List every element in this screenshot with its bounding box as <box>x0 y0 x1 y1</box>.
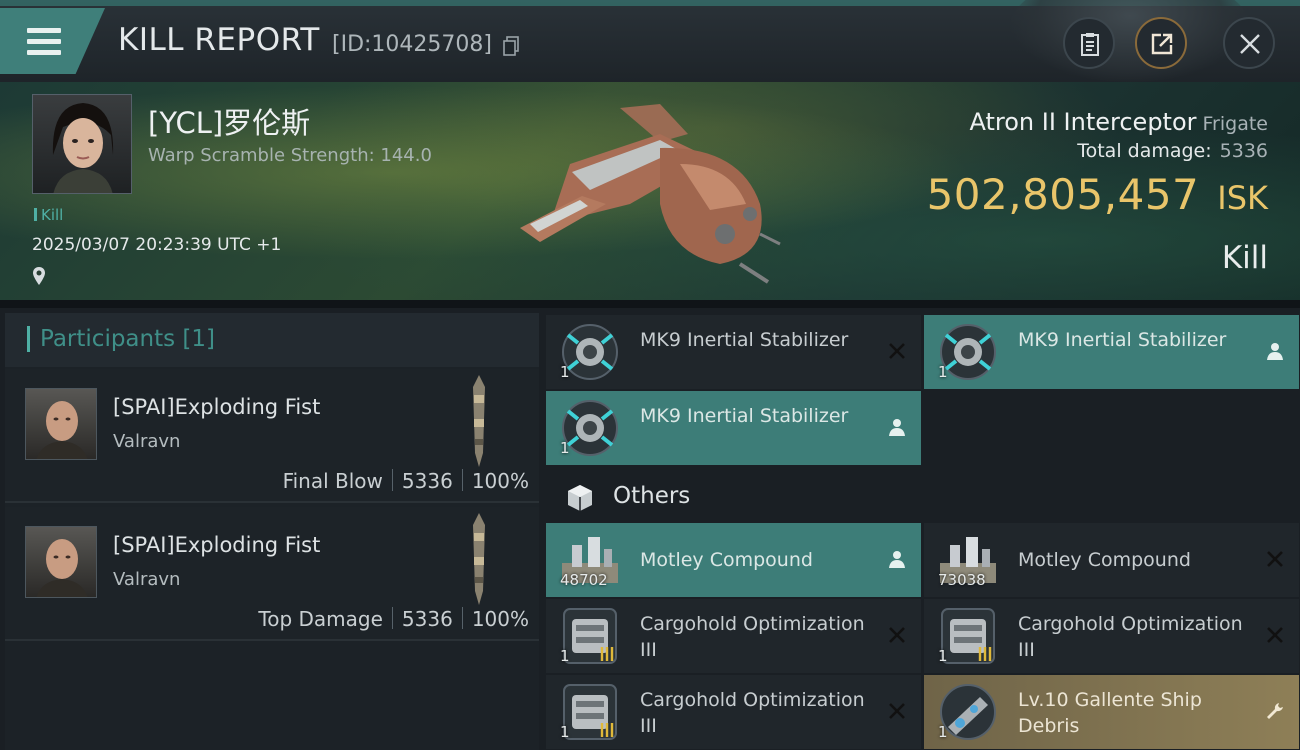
item-quantity: 1 <box>560 439 570 457</box>
item-cell[interactable]: 48702 Motley Compound <box>546 523 921 597</box>
item-name: MK9 Inertial Stabilizer <box>640 405 849 427</box>
share-button[interactable] <box>1135 17 1187 69</box>
participant-avatar[interactable] <box>25 388 97 460</box>
item-cell[interactable]: 1 Cargohold Optimization III <box>924 599 1299 673</box>
participant-ship: Valravn <box>113 431 181 452</box>
ship-image[interactable] <box>510 94 790 294</box>
item-quantity: 1 <box>560 363 570 381</box>
cube-icon <box>568 485 592 511</box>
menu-button[interactable] <box>0 8 105 74</box>
victim-ship[interactable]: Atron II Interceptor Frigate <box>970 108 1269 136</box>
avatar-image <box>36 401 88 459</box>
others-section-header: Others <box>544 473 1300 523</box>
share-icon <box>1151 33 1173 55</box>
participant-name[interactable]: [SPAI]Exploding Fist <box>113 395 320 419</box>
item-quantity: 1 <box>560 647 570 665</box>
close-icon <box>1240 34 1260 54</box>
item-cell[interactable]: 1 MK9 Inertial Stabilizer <box>546 391 921 465</box>
participants-title: Participants [1] <box>40 326 215 352</box>
close-icon <box>889 703 905 719</box>
participant-row[interactable]: [SPAI]Exploding Fist Valravn Final Blow 5… <box>5 369 539 503</box>
isk-unit: ISK <box>1217 179 1268 217</box>
kill-tag: Kill <box>34 206 63 224</box>
victim-portrait[interactable] <box>32 94 132 194</box>
item-cell[interactable]: 1 Cargohold Optimization III <box>546 675 921 749</box>
person-icon <box>1267 343 1283 360</box>
ship-name: Atron II Interceptor <box>969 108 1197 136</box>
person-icon <box>889 551 905 568</box>
participant-damage: 5336 <box>401 469 453 493</box>
isk-amount: 502,805,457 <box>926 170 1200 219</box>
item-name: MK9 Inertial Stabilizer <box>1018 329 1227 351</box>
menu-icon <box>27 28 61 55</box>
items-panel: 1 MK9 Inertial Stabilizer 1 MK9 Inertial… <box>544 313 1300 750</box>
participant-percent: 100% <box>471 469 529 493</box>
copy-icon[interactable] <box>503 36 519 56</box>
person-icon <box>889 419 905 436</box>
participant-name[interactable]: [SPAI]Exploding Fist <box>113 533 320 557</box>
participants-panel: Participants [1] [SPAI]Exploding Fist Va… <box>5 313 539 750</box>
item-name: Cargohold Optimization III <box>1018 613 1243 661</box>
header-background-planet <box>1010 0 1250 82</box>
item-cell[interactable]: 73038 Motley Compound <box>924 523 1299 597</box>
participants-accent <box>27 326 30 352</box>
victim-name[interactable]: [YCL]罗伦斯 <box>148 100 310 142</box>
close-icon <box>1267 551 1283 567</box>
total-damage-label: Total damage: <box>1077 140 1212 162</box>
others-title: Others <box>613 483 691 509</box>
banner-divider <box>0 300 1300 308</box>
isk-value: 502,805,457 ISK <box>927 170 1268 219</box>
wrench-icon <box>1267 703 1283 719</box>
weapon-icon[interactable] <box>463 511 495 607</box>
item-name: Lv.10 Gallente Ship Debris <box>1018 689 1202 737</box>
item-name: Cargohold Optimization III <box>640 613 865 661</box>
item-quantity: 1 <box>560 723 570 741</box>
result-label: Kill <box>1221 240 1268 276</box>
participant-percent: 100% <box>471 607 529 631</box>
close-icon <box>889 343 905 359</box>
item-quantity: 48702 <box>560 571 608 589</box>
item-quantity: 1 <box>938 723 948 741</box>
participants-header: Participants [1] <box>5 313 539 367</box>
report-id: [ID:10425708] <box>332 32 492 57</box>
portrait-image <box>52 103 114 193</box>
item-cell[interactable]: 1 MK9 Inertial Stabilizer <box>924 315 1299 389</box>
participant-avatar[interactable] <box>25 526 97 598</box>
item-cell[interactable]: 1 Lv.10 Gallente Ship Debris <box>924 675 1299 749</box>
participant-role: Top Damage <box>258 607 383 631</box>
victim-banner: [YCL]罗伦斯 Warp Scramble Strength: 144.0 K… <box>0 82 1300 308</box>
page-title: KILL REPORT <box>118 22 320 58</box>
warp-scramble-strength: Warp Scramble Strength: 144.0 <box>148 145 432 166</box>
clipboard-icon <box>1081 33 1099 56</box>
item-quantity: 1 <box>938 647 948 665</box>
close-icon <box>889 627 905 643</box>
participant-stats: Top Damage 5336 100% <box>258 607 529 631</box>
close-button[interactable] <box>1223 17 1275 69</box>
participant-stats: Final Blow 5336 100% <box>283 469 529 493</box>
item-quantity: 73038 <box>938 571 986 589</box>
ship-class: Frigate <box>1202 113 1268 135</box>
close-icon <box>1267 627 1283 643</box>
location-pin-icon <box>33 267 45 285</box>
avatar-image <box>36 539 88 597</box>
top-bar: KILL REPORT [ID:10425708] <box>0 0 1300 82</box>
total-damage: Total damage: 5336 <box>1077 140 1268 162</box>
item-name: MK9 Inertial Stabilizer <box>640 329 849 351</box>
kill-datetime: 2025/03/07 20:23:39 UTC +1 <box>32 235 282 255</box>
participant-damage: 5336 <box>401 607 453 631</box>
item-cell[interactable]: 1 MK9 Inertial Stabilizer <box>546 315 921 389</box>
participant-role: Final Blow <box>282 469 383 493</box>
item-name: Motley Compound <box>1018 549 1191 571</box>
item-cell[interactable]: 1 Cargohold Optimization III <box>546 599 921 673</box>
participant-row[interactable]: [SPAI]Exploding Fist Valravn Top Damage 5… <box>5 507 539 641</box>
participant-ship: Valravn <box>113 569 181 590</box>
item-name: Cargohold Optimization III <box>640 689 865 737</box>
item-quantity: 1 <box>938 363 948 381</box>
weapon-icon[interactable] <box>463 373 495 469</box>
clipboard-button[interactable] <box>1063 17 1115 69</box>
item-name: Motley Compound <box>640 549 813 571</box>
total-damage-value: 5336 <box>1219 140 1268 162</box>
